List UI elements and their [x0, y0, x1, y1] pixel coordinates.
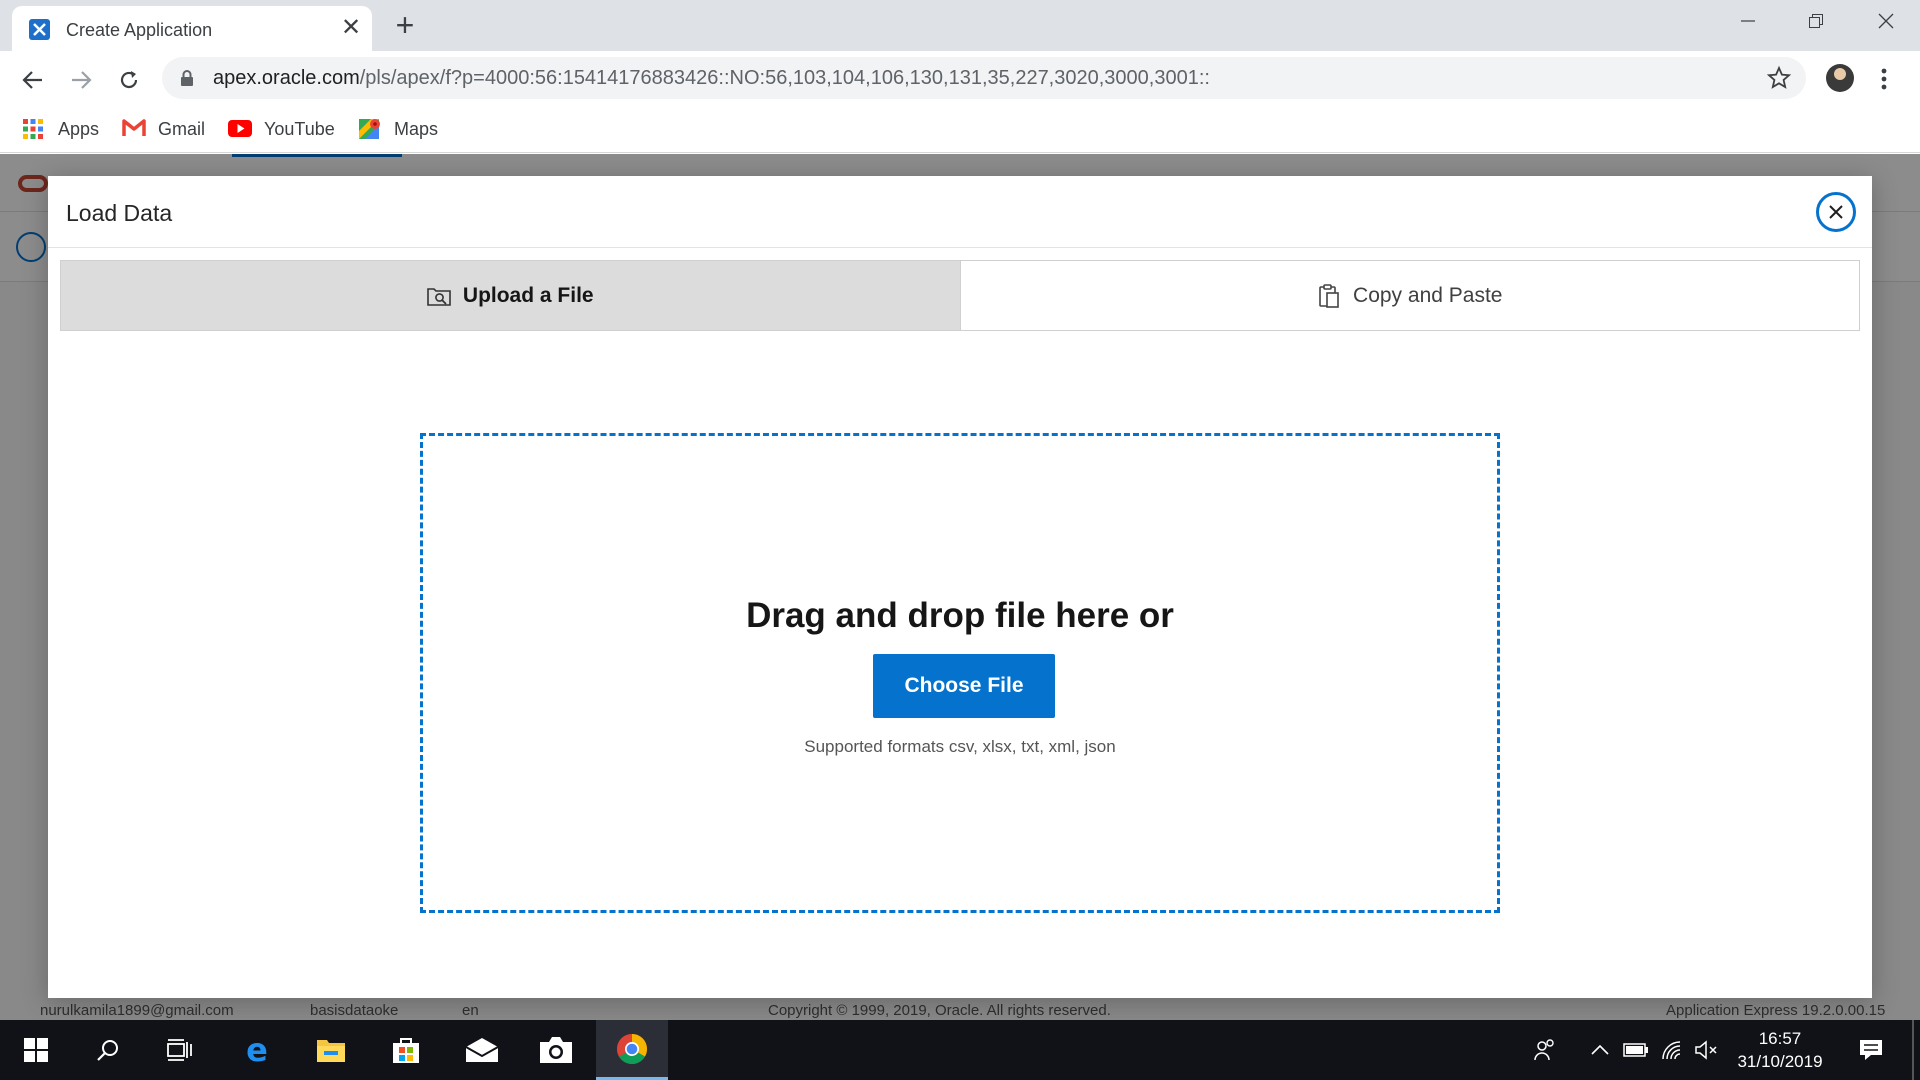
gmail-icon [122, 118, 146, 140]
new-tab-button[interactable]: + [390, 8, 420, 42]
tab-upload-file[interactable]: Upload a File [61, 261, 961, 330]
load-data-dialog: Load Data Upload a File Copy and Paste D… [48, 176, 1872, 998]
bookmark-gmail[interactable]: Gmail [122, 116, 205, 142]
window-close-icon[interactable] [1852, 0, 1920, 42]
tab-close-icon[interactable]: ✕ [338, 15, 364, 41]
file-explorer-icon[interactable] [295, 1020, 367, 1080]
camera-icon[interactable] [520, 1020, 592, 1080]
bookmarks-bar: Apps Gmail YouTube Maps [0, 108, 1920, 153]
clipboard-icon [1317, 283, 1341, 308]
store-icon[interactable] [370, 1020, 442, 1080]
url-host: apex.oracle.com [213, 67, 360, 89]
dropzone-title: Drag and drop file here or [746, 596, 1174, 635]
close-icon[interactable] [1816, 192, 1856, 232]
action-center-icon[interactable] [1856, 1038, 1886, 1062]
task-view-icon[interactable] [144, 1020, 216, 1080]
clock-time: 16:57 [1758, 1029, 1802, 1048]
browser-titlebar: Create Application ✕ + [0, 0, 1920, 51]
youtube-icon [228, 118, 252, 140]
load-method-tabs: Upload a File Copy and Paste [60, 260, 1860, 331]
edge-browser-icon[interactable]: e [221, 1020, 293, 1080]
chrome-menu-icon[interactable] [1872, 65, 1896, 93]
bookmark-star-icon[interactable] [1766, 65, 1792, 91]
back-arrow-icon[interactable] [14, 61, 52, 99]
show-desktop-button[interactable] [1912, 1020, 1914, 1080]
file-dropzone[interactable]: Drag and drop file here or Choose File S… [420, 433, 1500, 913]
bookmark-label: Maps [394, 118, 439, 139]
search-icon[interactable] [72, 1020, 144, 1080]
lock-icon [181, 70, 193, 86]
tab-label: Upload a File [462, 283, 594, 307]
profile-avatar[interactable] [1826, 64, 1854, 92]
dialog-divider [48, 247, 1872, 248]
reload-icon[interactable] [110, 61, 148, 99]
chrome-taskbar-icon[interactable] [596, 1020, 668, 1080]
bookmark-maps[interactable]: Maps [358, 116, 438, 142]
wifi-icon[interactable] [1660, 1038, 1686, 1062]
minimize-icon[interactable] [1714, 0, 1782, 42]
tab-title: Create Application [66, 20, 213, 40]
bookmark-label: Apps [58, 118, 100, 139]
dialog-title: Load Data [66, 200, 173, 226]
windows-start-icon[interactable] [0, 1020, 72, 1080]
tab-label: Copy and Paste [1353, 283, 1503, 307]
upload-file-icon [427, 284, 451, 308]
browser-tab[interactable]: Create Application ✕ [12, 6, 372, 51]
url-path: /pls/apex/f?p=4000:56:15414176883426::NO… [359, 67, 1210, 89]
forward-arrow-icon[interactable] [62, 61, 100, 99]
maps-icon [358, 118, 382, 140]
bookmark-apps[interactable]: Apps [22, 116, 99, 142]
tab-copy-paste[interactable]: Copy and Paste [961, 261, 1860, 330]
apex-favicon-icon [29, 19, 50, 40]
people-icon[interactable] [1530, 1038, 1560, 1062]
browser-toolbar: apex.oracle.com/pls/apex/f?p=4000:56:154… [0, 51, 1920, 108]
bookmark-youtube[interactable]: YouTube [228, 116, 335, 142]
bookmark-label: Gmail [158, 118, 206, 139]
bookmark-label: YouTube [264, 118, 335, 139]
windows-taskbar: e 16:57 31/10/2019 [0, 1020, 1920, 1080]
clock-date: 31/10/2019 [1737, 1052, 1823, 1071]
apps-grid-icon [22, 118, 46, 140]
chevron-up-icon[interactable] [1588, 1038, 1612, 1062]
choose-file-button[interactable]: Choose File [873, 654, 1055, 718]
mail-icon[interactable] [446, 1020, 518, 1080]
restore-icon[interactable] [1782, 0, 1850, 42]
supported-formats-text: Supported formats csv, xlsx, txt, xml, j… [804, 737, 1116, 756]
svg-text:e: e [246, 1035, 268, 1065]
taskbar-clock[interactable]: 16:57 31/10/2019 [1700, 1027, 1860, 1073]
url-text: apex.oracle.com/pls/apex/f?p=4000:56:154… [213, 67, 1210, 90]
address-bar[interactable]: apex.oracle.com/pls/apex/f?p=4000:56:154… [162, 57, 1806, 99]
battery-icon[interactable] [1622, 1038, 1650, 1062]
